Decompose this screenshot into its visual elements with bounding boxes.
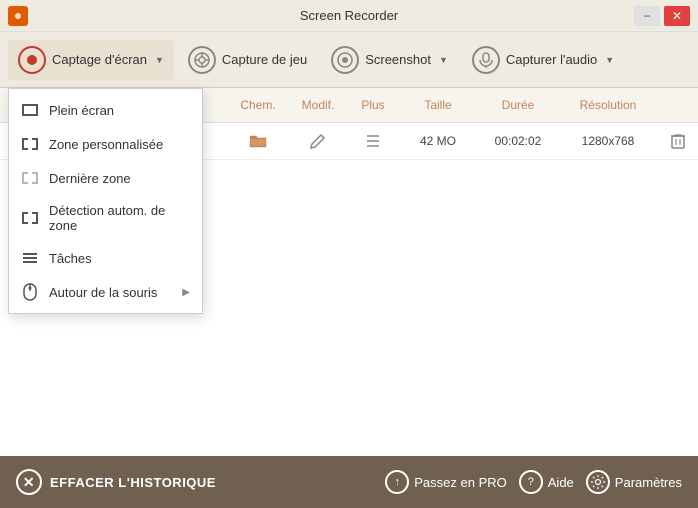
auto-detect-icon (21, 209, 39, 227)
clear-history-label: EFFACER L'HISTORIQUE (50, 475, 216, 490)
capture-audio-label: Capturer l'audio (506, 52, 597, 67)
pro-label: Passez en PRO (414, 475, 507, 490)
cell-resolution: 1280x768 (558, 130, 658, 152)
bottom-bar: ✕ EFFACER L'HISTORIQUE ↑ Passez en PRO ?… (0, 456, 698, 508)
col-header-path[interactable]: Chem. (228, 94, 288, 116)
title-bar: Screen Recorder − ✕ (0, 0, 698, 32)
submenu-arrow-icon: ▶ (182, 287, 190, 298)
screenshot-icon (331, 46, 359, 74)
audio-icon (472, 46, 500, 74)
help-icon: ? (519, 470, 543, 494)
capture-game-button[interactable]: Capture de jeu (178, 40, 317, 80)
app-logo (8, 6, 28, 26)
toolbar: Captage d'écran ▼ Capture de jeu Screens… (0, 32, 698, 88)
window-controls: − ✕ (634, 6, 690, 26)
clear-history-button[interactable]: ✕ EFFACER L'HISTORIQUE (16, 469, 216, 495)
mouse-icon (21, 283, 39, 301)
capture-game-label: Capture de jeu (222, 52, 307, 67)
capture-audio-button[interactable]: Capturer l'audio ▼ (462, 40, 624, 80)
clear-icon: ✕ (16, 469, 42, 495)
more-options-button[interactable] (348, 130, 398, 152)
record-icon (18, 46, 46, 74)
menu-item-auto-detect-label: Détection autom. de zone (49, 203, 190, 233)
menu-item-custom-zone[interactable]: Zone personnalisée (9, 127, 202, 161)
menu-item-auto-detect[interactable]: Détection autom. de zone (9, 195, 202, 241)
settings-icon (586, 470, 610, 494)
col-header-size[interactable]: Taille (398, 94, 478, 116)
capture-screen-arrow: ▼ (155, 55, 164, 65)
col-header-delete (658, 94, 698, 116)
capture-screen-label: Captage d'écran (52, 52, 147, 67)
window-title: Screen Recorder (300, 8, 398, 23)
menu-item-around-mouse-label: Autour de la souris (49, 285, 157, 300)
cell-duration: 00:02:02 (478, 130, 558, 152)
bottom-right-buttons: ↑ Passez en PRO ? Aide Paramètres (385, 470, 682, 494)
close-button[interactable]: ✕ (664, 6, 690, 26)
edit-button[interactable] (288, 129, 348, 153)
screenshot-button[interactable]: Screenshot ▼ (321, 40, 458, 80)
audio-arrow: ▼ (605, 55, 614, 65)
game-icon (188, 46, 216, 74)
help-label: Aide (548, 475, 574, 490)
last-zone-icon (21, 169, 39, 187)
screenshot-arrow: ▼ (439, 55, 448, 65)
open-folder-button[interactable] (228, 129, 288, 153)
settings-label: Paramètres (615, 475, 682, 490)
pro-button[interactable]: ↑ Passez en PRO (385, 470, 507, 494)
col-header-duration[interactable]: Durée (478, 94, 558, 116)
tasks-icon (21, 249, 39, 267)
help-button[interactable]: ? Aide (519, 470, 574, 494)
delete-button[interactable] (658, 129, 698, 153)
pro-icon: ↑ (385, 470, 409, 494)
menu-item-last-zone[interactable]: Dernière zone (9, 161, 202, 195)
menu-item-fullscreen-label: Plein écran (49, 103, 114, 118)
col-header-modif[interactable]: Modif. (288, 94, 348, 116)
custom-zone-icon (21, 135, 39, 153)
col-header-resolution[interactable]: Résolution (558, 94, 658, 116)
menu-item-around-mouse[interactable]: Autour de la souris ▶ (9, 275, 202, 309)
menu-item-tasks-label: Tâches (49, 251, 92, 266)
screenshot-label: Screenshot (365, 52, 431, 67)
menu-item-last-zone-label: Dernière zone (49, 171, 131, 186)
minimize-button[interactable]: − (634, 6, 660, 26)
cell-size: 42 MO (398, 130, 478, 152)
col-header-plus[interactable]: Plus (348, 94, 398, 116)
menu-item-fullscreen[interactable]: Plein écran (9, 93, 202, 127)
settings-button[interactable]: Paramètres (586, 470, 682, 494)
capture-screen-button[interactable]: Captage d'écran ▼ (8, 40, 174, 80)
menu-item-tasks[interactable]: Tâches (9, 241, 202, 275)
fullscreen-icon (21, 101, 39, 119)
menu-item-custom-zone-label: Zone personnalisée (49, 137, 163, 152)
capture-dropdown-menu: Plein écran Zone personnalisée Dernière … (8, 88, 203, 314)
